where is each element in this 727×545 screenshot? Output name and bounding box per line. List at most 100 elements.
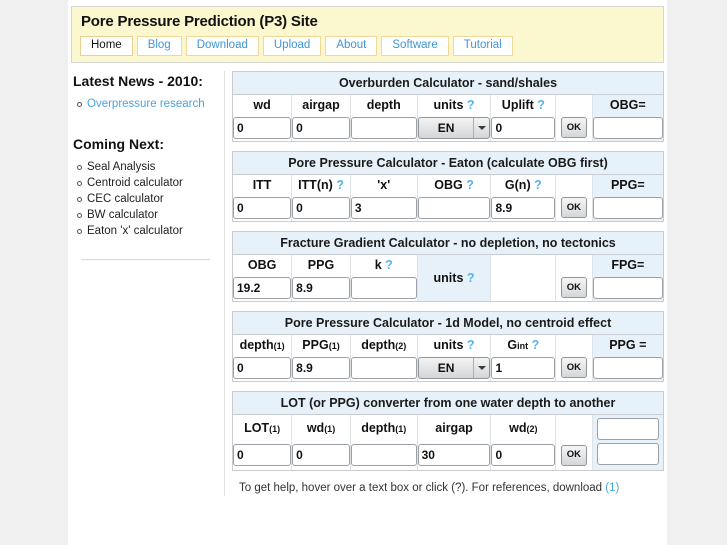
help-icon[interactable]: ? bbox=[532, 338, 540, 352]
result-field-ppg[interactable] bbox=[592, 196, 663, 219]
text-field-obg[interactable] bbox=[233, 276, 292, 299]
result-field-obg[interactable] bbox=[592, 116, 663, 139]
header-row: ITT ITT(n) ?'x' OBG ? G(n) ? PPG= bbox=[233, 175, 663, 194]
text-field-k[interactable] bbox=[350, 276, 417, 299]
input-itt bbox=[233, 194, 293, 221]
chevron-down-icon[interactable] bbox=[473, 357, 489, 378]
ok-button[interactable]: OK bbox=[560, 357, 587, 378]
text-field-depth[interactable] bbox=[350, 116, 417, 139]
field-label-text: units bbox=[433, 97, 464, 112]
units-select[interactable]: EN bbox=[417, 356, 491, 379]
field-label-subscript: (1) bbox=[328, 340, 340, 351]
result-cell bbox=[592, 440, 663, 470]
result-input-1[interactable] bbox=[596, 418, 659, 440]
ok-cell: OK bbox=[555, 194, 593, 221]
ok-button[interactable]: OK bbox=[560, 117, 587, 138]
help-icon[interactable]: ? bbox=[336, 178, 344, 192]
list-item[interactable]: Overpressure research bbox=[77, 97, 218, 112]
text-field-depth[interactable] bbox=[350, 356, 417, 379]
nav-tab-about[interactable]: About bbox=[325, 36, 378, 56]
field-label-text: depth bbox=[366, 97, 401, 112]
nav-tab-software[interactable]: Software bbox=[381, 36, 449, 56]
spacer-cell bbox=[555, 335, 593, 354]
field-label-text: units bbox=[433, 337, 464, 352]
help-icon[interactable]: ? bbox=[534, 178, 542, 192]
ok-button[interactable]: OK bbox=[560, 444, 587, 466]
panel-title: LOT (or PPG) converter from one water de… bbox=[233, 392, 663, 415]
field-label-g-n: G(n) ? bbox=[490, 175, 557, 194]
result-input-ppg bbox=[592, 354, 663, 381]
nav-tab-download[interactable]: Download bbox=[185, 36, 259, 56]
text-field-lot[interactable] bbox=[233, 444, 292, 466]
input-depth bbox=[350, 440, 418, 470]
header-row: depth(1) PPG(1) depth(2) units ? Gint ? PPG … bbox=[233, 335, 663, 354]
text-field-ppg[interactable] bbox=[292, 276, 350, 299]
result-field-ppg[interactable] bbox=[592, 356, 663, 379]
help-icon[interactable]: ? bbox=[537, 98, 545, 112]
site-banner: Pore Pressure Prediction (P3) Site Home B… bbox=[71, 6, 664, 63]
field-label-depth: depth bbox=[350, 95, 418, 114]
panel-title: Fracture Gradient Calculator - no deplet… bbox=[233, 232, 663, 255]
chevron-down-icon[interactable] bbox=[473, 117, 489, 138]
text-field-g-n[interactable] bbox=[491, 196, 556, 219]
result-field-fpg[interactable] bbox=[592, 276, 663, 299]
help-footnote: To get help, hover over a text box or cl… bbox=[232, 480, 661, 496]
latest-news-list: Overpressure research bbox=[73, 97, 218, 112]
text-field-ppg[interactable] bbox=[292, 356, 350, 379]
field-label-text: depth bbox=[361, 337, 396, 352]
text-field-g[interactable] bbox=[491, 356, 556, 379]
help-icon[interactable]: ? bbox=[467, 98, 475, 112]
units-select-cell: EN bbox=[417, 114, 492, 141]
field-label-text: G bbox=[507, 337, 518, 352]
field-label-depth: depth(1) bbox=[233, 335, 293, 354]
calculator-panel: Overburden Calculator - sand/shales wd air… bbox=[232, 71, 664, 142]
text-field-x[interactable] bbox=[350, 196, 417, 219]
text-field-wd[interactable] bbox=[233, 116, 292, 139]
field-label-text: units bbox=[433, 271, 464, 285]
text-field-airgap[interactable] bbox=[292, 116, 350, 139]
references-link[interactable]: (1) bbox=[605, 482, 619, 494]
nav-tab-upload[interactable]: Upload bbox=[262, 36, 322, 56]
nav-tab-blog[interactable]: Blog bbox=[136, 36, 182, 56]
result-input-ppg bbox=[592, 194, 663, 221]
units-select[interactable]: EN bbox=[417, 116, 491, 139]
text-field-wd[interactable] bbox=[491, 444, 556, 466]
units-select-cell: EN bbox=[417, 354, 492, 381]
calculator-panel: LOT (or PPG) converter from one water de… bbox=[232, 391, 664, 471]
sidebar-news-link[interactable]: Overpressure research bbox=[87, 98, 205, 110]
input-lot bbox=[233, 440, 293, 470]
field-label-wd: wd(2) bbox=[490, 415, 557, 440]
field-label-units: units ? bbox=[417, 255, 492, 301]
sidebar: Latest News - 2010: Overpressure researc… bbox=[68, 71, 225, 496]
input-wd bbox=[490, 440, 557, 470]
field-label-text: FPG= bbox=[611, 257, 645, 272]
help-icon[interactable]: ? bbox=[467, 271, 475, 285]
nav-tab-tutorial[interactable]: Tutorial bbox=[452, 36, 513, 56]
help-icon[interactable]: ? bbox=[466, 178, 474, 192]
ok-button[interactable]: OK bbox=[560, 197, 587, 218]
text-field-obg[interactable] bbox=[417, 196, 491, 219]
header-row: wd airgap depth units ? Uplift ? OBG= bbox=[233, 95, 663, 114]
text-field-wd[interactable] bbox=[292, 444, 350, 466]
coming-next-heading: Coming Next: bbox=[73, 136, 164, 152]
field-label-itt-n: ITT(n) ? bbox=[291, 175, 351, 194]
result-input-2[interactable] bbox=[596, 442, 659, 465]
text-field-depth[interactable] bbox=[350, 444, 417, 466]
text-field-itt-n[interactable] bbox=[292, 196, 350, 219]
text-field-depth[interactable] bbox=[233, 356, 292, 379]
field-label-ppg: PPG= bbox=[592, 175, 663, 194]
help-icon[interactable]: ? bbox=[385, 258, 393, 272]
text-field-itt[interactable] bbox=[233, 196, 292, 219]
ok-cell: OK bbox=[555, 440, 593, 470]
field-label-depth: depth(2) bbox=[350, 335, 418, 354]
text-field-uplift[interactable] bbox=[491, 116, 556, 139]
input-obg bbox=[233, 274, 293, 301]
ok-button[interactable]: OK bbox=[560, 277, 587, 298]
field-label-text: 'x' bbox=[377, 177, 391, 192]
field-label-g: Gint ? bbox=[490, 335, 557, 354]
nav-tab-home[interactable]: Home bbox=[80, 36, 133, 56]
field-label-text: PPG= bbox=[610, 177, 645, 192]
field-label-lot: LOT(1) bbox=[233, 415, 293, 440]
text-field-airgap[interactable] bbox=[417, 444, 491, 466]
help-icon[interactable]: ? bbox=[467, 338, 475, 352]
